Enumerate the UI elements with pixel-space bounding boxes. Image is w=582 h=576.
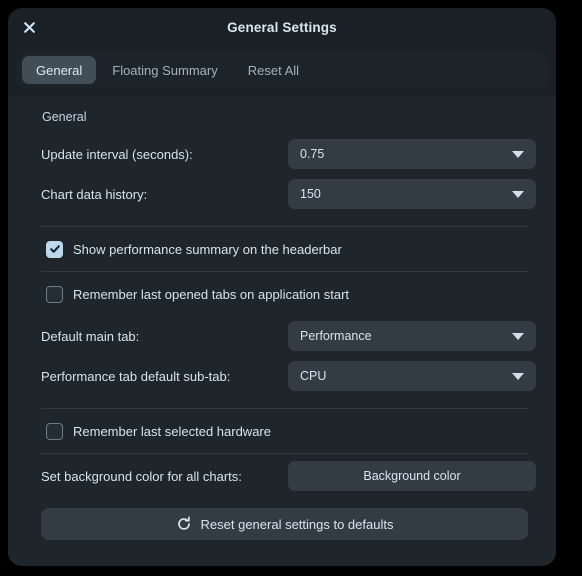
show-summary-label: Show performance summary on the headerba… (73, 241, 342, 257)
row-default-sub-tab: Performance tab default sub-tab: CPU (22, 356, 542, 396)
refresh-icon (176, 516, 192, 532)
tabstrip: General Floating Summary Reset All (16, 52, 548, 88)
default-sub-tab-dropdown[interactable]: CPU (288, 361, 536, 391)
background-color-button-label: Background color (363, 469, 461, 483)
show-summary-checkbox[interactable] (46, 240, 63, 258)
background-color-button[interactable]: Background color (288, 461, 536, 491)
chevron-down-icon (512, 150, 524, 158)
remember-tabs-label: Remember last opened tabs on application… (73, 286, 350, 302)
background-color-label: Set background color for all charts: (41, 468, 242, 484)
chevron-down-icon (512, 190, 524, 198)
row-update-interval: Update interval (seconds): 0.75 (22, 134, 542, 174)
chevron-down-icon (512, 332, 524, 340)
check-icon (49, 243, 61, 255)
chart-history-label: Chart data history: (41, 186, 148, 202)
update-interval-value: 0.75 (300, 147, 325, 161)
default-main-tab-value: Performance (300, 329, 372, 343)
reset-general-settings-label: Reset general settings to defaults (200, 516, 394, 532)
remember-hardware-label: Remember last selected hardware (73, 423, 271, 439)
chart-history-value: 150 (300, 187, 321, 201)
close-button[interactable] (18, 16, 40, 38)
row-gap (22, 214, 542, 226)
tab-general[interactable]: General (22, 56, 97, 84)
row-remember-tabs: Remember last opened tabs on application… (22, 272, 542, 316)
row-default-main-tab: Default main tab: Performance (22, 316, 542, 356)
reset-button-container: Reset general settings to defaults (22, 498, 542, 540)
tab-reset-all[interactable]: Reset All (234, 56, 313, 84)
default-sub-tab-value: CPU (300, 369, 327, 383)
update-interval-dropdown[interactable]: 0.75 (288, 139, 536, 169)
section-title-general: General (42, 110, 87, 124)
dialog-title: General Settings (227, 19, 337, 35)
update-interval-label: Update interval (seconds): (41, 146, 193, 162)
default-main-tab-label: Default main tab: (41, 328, 140, 344)
remember-tabs-checkbox[interactable] (46, 285, 63, 303)
default-sub-tab-label: Performance tab default sub-tab: (41, 368, 231, 384)
close-icon (23, 21, 36, 34)
default-main-tab-dropdown[interactable]: Performance (288, 321, 536, 351)
row-chart-history: Chart data history: 150 (22, 174, 542, 214)
chevron-down-icon (512, 372, 524, 380)
tab-floating-summary[interactable]: Floating Summary (98, 56, 231, 84)
row-background-color: Set background color for all charts: Bac… (22, 454, 542, 498)
dialog-titlebar: General Settings (8, 8, 556, 46)
remember-hardware-checkbox[interactable] (46, 422, 63, 440)
row-gap (22, 396, 542, 408)
chart-history-dropdown[interactable]: 150 (288, 179, 536, 209)
row-show-summary: Show performance summary on the headerba… (22, 227, 542, 271)
settings-content: General Update interval (seconds): 0.75 … (8, 96, 556, 566)
row-remember-hardware: Remember last selected hardware (22, 409, 542, 453)
tabstrip-container: General Floating Summary Reset All (8, 46, 556, 96)
settings-dialog: General Settings General Floating Summar… (8, 8, 556, 566)
reset-general-settings-button[interactable]: Reset general settings to defaults (41, 508, 528, 540)
